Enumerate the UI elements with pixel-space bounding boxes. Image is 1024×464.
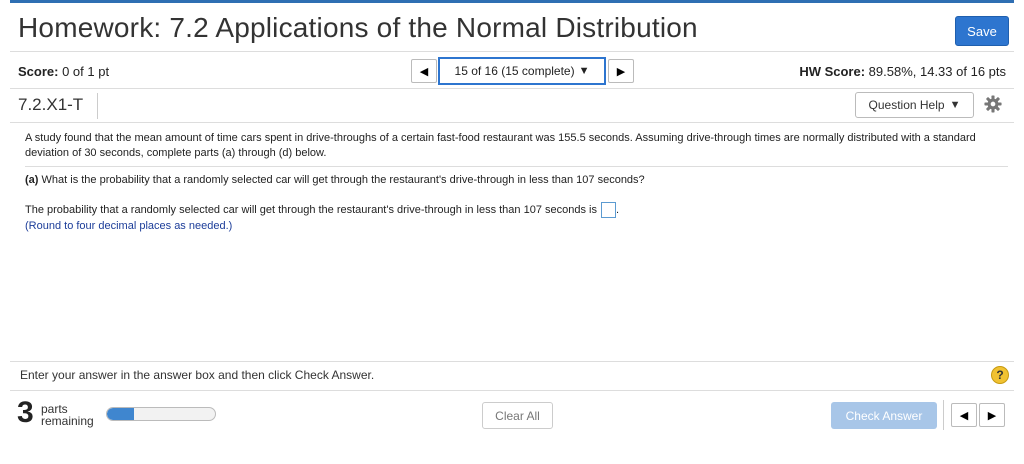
gear-icon[interactable] [984, 95, 1002, 113]
part-a-label: (a) [25, 174, 39, 186]
question-id: 7.2.X1-T [18, 95, 84, 114]
help-circle-icon[interactable]: ? [991, 366, 1009, 384]
divider [10, 361, 1014, 362]
divider [10, 88, 1014, 89]
divider [97, 93, 98, 119]
previous-part-button[interactable]: ◀ [951, 403, 977, 427]
divider [10, 122, 1014, 123]
question-selector-label: 15 of 16 (15 complete) [454, 64, 575, 78]
caret-down-icon: ▼ [578, 65, 590, 77]
parts-remaining-label: parts remaining [41, 403, 94, 427]
question-selector[interactable]: 15 of 16 (15 complete) ▼ [438, 57, 606, 85]
caret-down-icon: ▼ [949, 99, 961, 111]
triangle-left-icon: ◀ [419, 65, 429, 78]
answer-prompt: The probability that a randomly selected… [25, 204, 597, 216]
clear-all-button[interactable]: Clear All [482, 402, 553, 429]
triangle-left-icon: ◀ [959, 409, 969, 422]
answer-line: The probability that a randomly selected… [25, 202, 619, 218]
divider [10, 51, 1014, 52]
part-a-text: What is the probability that a randomly … [41, 174, 645, 186]
triangle-right-icon: ▶ [987, 409, 997, 422]
score: Score: 0 of 1 pt [18, 64, 109, 79]
question-help-button[interactable]: Question Help ▼ [855, 92, 974, 118]
divider [943, 400, 944, 430]
part-a-question: (a) What is the probability that a rando… [25, 174, 645, 186]
parts-label-line2: remaining [41, 414, 94, 428]
parts-remaining-count: 3 [17, 396, 34, 429]
round-note: (Round to four decimal places as needed.… [25, 220, 233, 232]
triangle-right-icon: ▶ [616, 65, 626, 78]
score-value: 0 of 1 pt [62, 64, 110, 79]
help-symbol: ? [996, 368, 1004, 382]
parts-progress-bar [106, 407, 216, 421]
answer-suffix: . [615, 204, 620, 216]
progress-fill [107, 408, 134, 420]
divider [25, 166, 1008, 167]
problem-statement: A study found that the mean amount of ti… [25, 132, 976, 159]
hw-score-value: 89.58%, 14.33 of 16 pts [868, 64, 1006, 79]
check-answer-button[interactable]: Check Answer [831, 402, 937, 429]
page-title: Homework: 7.2 Applications of the Normal… [18, 12, 698, 43]
question-help-label: Question Help [868, 98, 945, 112]
hw-score-label: HW Score: [799, 64, 866, 79]
instruction-text: Enter your answer in the answer box and … [20, 368, 375, 382]
hw-score: HW Score: 89.58%, 14.33 of 16 pts [799, 64, 1006, 79]
score-label: Score: [18, 64, 59, 79]
next-part-button[interactable]: ▶ [979, 403, 1005, 427]
save-button[interactable]: Save [955, 16, 1009, 46]
next-question-button[interactable]: ▶ [608, 59, 634, 83]
answer-input[interactable] [600, 202, 616, 218]
top-accent-line [10, 0, 1014, 3]
divider [10, 390, 1014, 391]
previous-question-button[interactable]: ◀ [411, 59, 437, 83]
